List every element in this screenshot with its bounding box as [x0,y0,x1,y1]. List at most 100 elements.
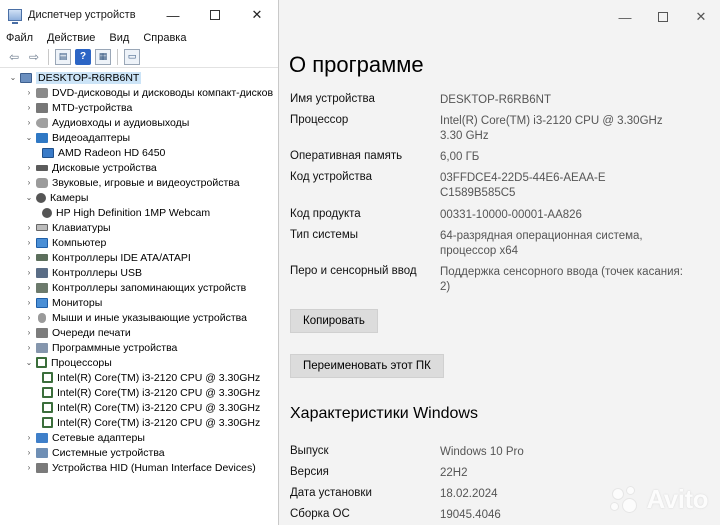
spec-value[interactable]: Windows 10 Pro [440,445,680,460]
spec-value[interactable]: 64-разрядная операционная система, проце… [440,229,690,259]
device-manager-app-icon [8,9,22,24]
chevron-down-icon[interactable]: ⌄ [24,358,34,367]
chevron-down-icon[interactable]: ⌄ [24,133,34,142]
minimize-button[interactable]: — [152,0,194,30]
tree-category[interactable]: › Мыши и иные указывающие устройства [0,310,278,325]
chevron-right-icon[interactable]: › [24,118,34,127]
audio-io-icon [36,117,48,128]
tree-category[interactable]: › Аудиовходы и аудиовыходы [0,115,278,130]
spec-label: Дата установки [290,487,372,499]
tree-device[interactable]: Intel(R) Core(TM) i3-2120 CPU @ 3.30GHz [0,370,278,385]
chevron-right-icon[interactable]: › [24,88,34,97]
properties-icon[interactable]: ▤ [55,48,71,65]
chevron-right-icon[interactable]: › [24,433,34,442]
copy-button[interactable]: Копировать [290,309,378,333]
chevron-right-icon[interactable]: › [24,328,34,337]
tree-category[interactable]: › MTD-устройства [0,100,278,115]
tree-device[interactable]: AMD Radeon HD 6450 [0,145,278,160]
processor-icon [42,417,53,428]
tree-category[interactable]: ⌄ Процессоры [0,355,278,370]
tree-device[interactable]: HP High Definition 1MP Webcam [0,205,278,220]
chevron-right-icon[interactable]: › [24,313,34,322]
forward-icon[interactable]: ⇨ [26,49,42,65]
webcam-icon [42,207,52,218]
toolbar-divider [117,48,118,65]
processor-icon [42,387,53,398]
tree-device[interactable]: Intel(R) Core(TM) i3-2120 CPU @ 3.30GHz [0,400,278,415]
chevron-down-icon[interactable]: ⌄ [24,193,34,202]
keyboard-icon [36,224,48,231]
menu-action[interactable]: Действие [47,32,95,44]
menu-help[interactable]: Справка [143,32,186,44]
settings-titlebar: — ✕ [279,0,720,34]
chevron-right-icon[interactable]: › [24,223,34,232]
tree-device[interactable]: Intel(R) Core(TM) i3-2120 CPU @ 3.30GHz [0,415,278,430]
chevron-right-icon[interactable]: › [24,178,34,187]
network-adapter-icon [36,432,48,443]
tree-category[interactable]: › Контроллеры IDE ATA/ATAPI [0,250,278,265]
tree-category[interactable]: ⌄ Камеры [0,190,278,205]
chevron-right-icon[interactable]: › [24,268,34,277]
tree-device-label: Intel(R) Core(TM) i3-2120 CPU @ 3.30GHz [57,371,261,384]
chevron-right-icon[interactable]: › [24,298,34,307]
menu-file[interactable]: Файл [6,32,33,44]
tree-category[interactable]: › Звуковые, игровые и видеоустройства [0,175,278,190]
tree-category[interactable]: › Системные устройства [0,445,278,460]
spec-label: Сборка ОС [290,508,350,520]
spec-label: Версия [290,466,329,478]
device-manager-window: Диспетчер устройств — ✕ Файл Действие Ви… [0,0,279,525]
spec-value[interactable]: 22H2 [440,466,680,481]
tree-category[interactable]: › Устройства HID (Human Interface Devices… [0,460,278,475]
tree-category[interactable]: ⌄ Видеоадаптеры [0,130,278,145]
chevron-right-icon[interactable]: › [24,283,34,292]
chevron-down-icon[interactable]: ⌄ [8,73,18,82]
ide-controller-icon [36,254,48,261]
computer-icon [20,72,32,83]
tree-category[interactable]: › Программные устройства [0,340,278,355]
chevron-right-icon[interactable]: › [24,343,34,352]
spec-value[interactable]: Поддержка сенсорного ввода (точек касани… [440,265,690,295]
spec-value[interactable]: 00331-10000-00001-AA826 [440,208,680,223]
tree-category[interactable]: › Очереди печати [0,325,278,340]
tree-category[interactable]: › Дисковые устройства [0,160,278,175]
monitor-icon[interactable]: ▭ [124,48,140,65]
close-button[interactable]: ✕ [682,2,720,32]
spec-value[interactable]: 6,00 ГБ [440,150,680,165]
chevron-right-icon[interactable]: › [24,103,34,112]
chevron-right-icon[interactable]: › [24,463,34,472]
spec-value[interactable]: 03FFDCE4-22D5-44E6-AEAA-EC1589B585C5 [440,171,610,201]
spec-value[interactable]: DESKTOP-R6RB6NT [440,93,680,108]
tree-category-label: Мыши и иные указывающие устройства [52,311,247,324]
back-icon[interactable]: ⇦ [6,49,22,65]
tree-device[interactable]: Intel(R) Core(TM) i3-2120 CPU @ 3.30GHz [0,385,278,400]
view-icon[interactable]: ▦ [95,48,111,65]
tree-category[interactable]: › Компьютер [0,235,278,250]
tree-category[interactable]: › Сетевые адаптеры [0,430,278,445]
tree-category[interactable]: › Контроллеры запоминающих устройств [0,280,278,295]
maximize-button[interactable] [644,2,682,32]
menu-view[interactable]: Вид [109,32,129,44]
close-button[interactable]: ✕ [236,0,278,30]
chevron-right-icon[interactable]: › [24,253,34,262]
disk-drive-icon [36,164,48,171]
tree-category-label: Аудиовходы и аудиовыходы [52,116,190,129]
spec-value[interactable]: Intel(R) Core(TM) i3-2120 CPU @ 3.30GHz … [440,114,670,144]
chevron-right-icon[interactable]: › [24,163,34,172]
tree-root[interactable]: ⌄ DESKTOP-R6RB6NT [0,70,278,85]
tree-category[interactable]: › DVD-дисководы и дисководы компакт-диско… [0,85,278,100]
rename-pc-button[interactable]: Переименовать этот ПК [290,354,444,378]
page-title: О программе [289,52,424,77]
tree-category-label: Процессоры [51,356,112,369]
mtd-icon [36,102,48,113]
tree-category[interactable]: › Клавиатуры [0,220,278,235]
minimize-button[interactable]: — [606,2,644,32]
tree-category-label: Контроллеры USB [52,266,142,279]
chevron-right-icon[interactable]: › [24,238,34,247]
tree-category[interactable]: › Контроллеры USB [0,265,278,280]
maximize-button[interactable] [194,0,236,30]
settings-about-window: — ✕ О программе Имя устройства DESKTOP-R… [279,0,720,525]
help-icon[interactable]: ? [75,48,91,65]
chevron-right-icon[interactable]: › [24,448,34,457]
tree-category[interactable]: › Мониторы [0,295,278,310]
toolbar: ⇦ ⇨ ▤ ? ▦ ▭ [0,46,278,68]
